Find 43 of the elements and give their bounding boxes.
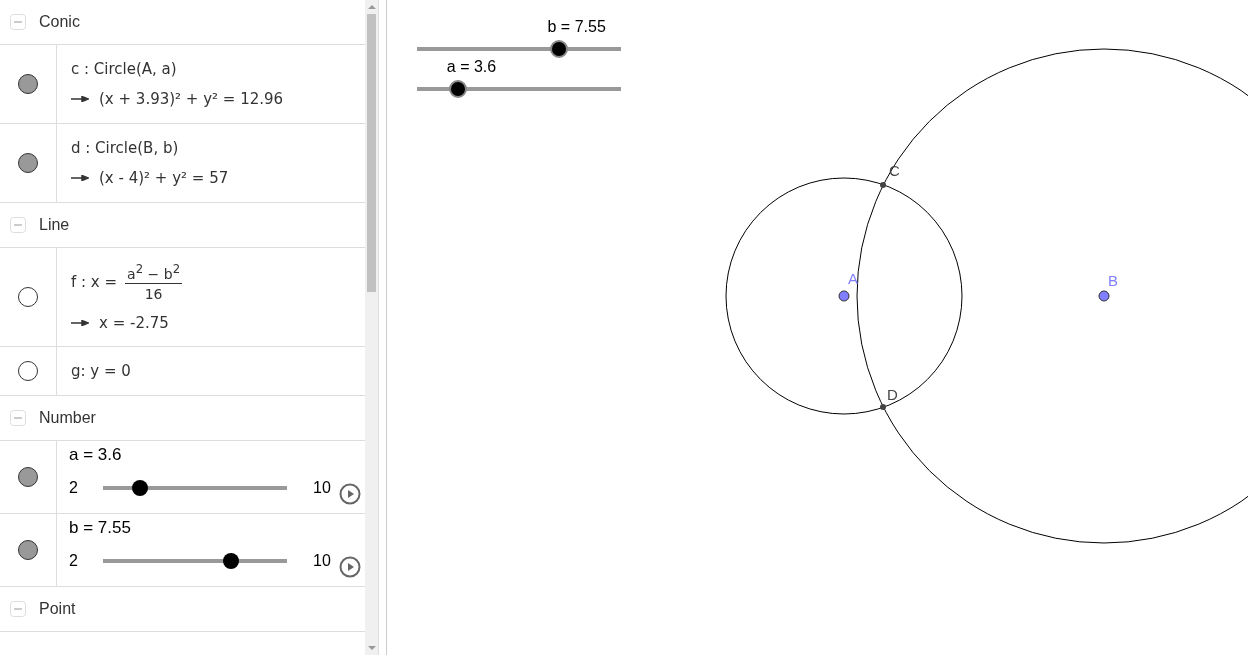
visibility-toggle[interactable] (18, 361, 38, 381)
visibility-toggle[interactable] (18, 74, 38, 94)
slider-max: 10 (313, 552, 332, 570)
slider-thumb[interactable] (549, 40, 568, 58)
slider-thumb[interactable] (131, 480, 148, 496)
definition-text: f : x = (71, 273, 118, 291)
numerator-text: a$^{2}$ − b$^{2}$ (125, 261, 183, 285)
value-text: (x + 3.93)² + y² = 12.96 (99, 90, 284, 108)
slider-min: 2 (69, 479, 79, 497)
visibility-toggle[interactable] (18, 540, 38, 560)
play-icon[interactable] (339, 483, 361, 505)
slider-min: 2 (69, 552, 79, 570)
point[interactable] (880, 404, 886, 410)
slider-thumb[interactable] (222, 553, 239, 569)
definition-text: c : Circle(A, a) (71, 60, 178, 78)
visibility-toggle[interactable] (18, 153, 38, 173)
group-title: Point (39, 600, 76, 618)
visibility-toggle[interactable] (18, 467, 38, 487)
point-label: B (1108, 272, 1118, 289)
value-text: x = -2.75 (99, 314, 169, 333)
arrow-icon (71, 320, 89, 327)
point-label: D (887, 386, 898, 403)
slider-label: a = 3.6 (69, 445, 123, 465)
point[interactable] (1098, 290, 1110, 302)
slider-label: b = 7.55 (547, 18, 606, 36)
definition-text: g: y = 0 (71, 362, 132, 380)
point[interactable] (838, 290, 850, 302)
definition-text: d : Circle(B, b) (71, 139, 180, 157)
arrow-icon (71, 175, 89, 181)
play-icon[interactable] (339, 556, 361, 578)
group-title: Line (39, 216, 70, 234)
group-title: Conic (39, 13, 80, 31)
slider-label: b = 7.55 (69, 518, 132, 538)
visibility-toggle[interactable] (18, 287, 38, 307)
group-title: Number (39, 409, 96, 427)
value-text: (x - 4)² + y² = 57 (99, 169, 229, 187)
slider-label: a = 3.6 (446, 58, 497, 76)
slider-max: 10 (313, 479, 332, 497)
slider-thumb[interactable] (448, 80, 467, 98)
point[interactable] (880, 182, 886, 188)
denominator-text: 16 (144, 285, 163, 303)
arrow-icon (71, 96, 89, 102)
scrollbar[interactable] (365, 0, 379, 655)
